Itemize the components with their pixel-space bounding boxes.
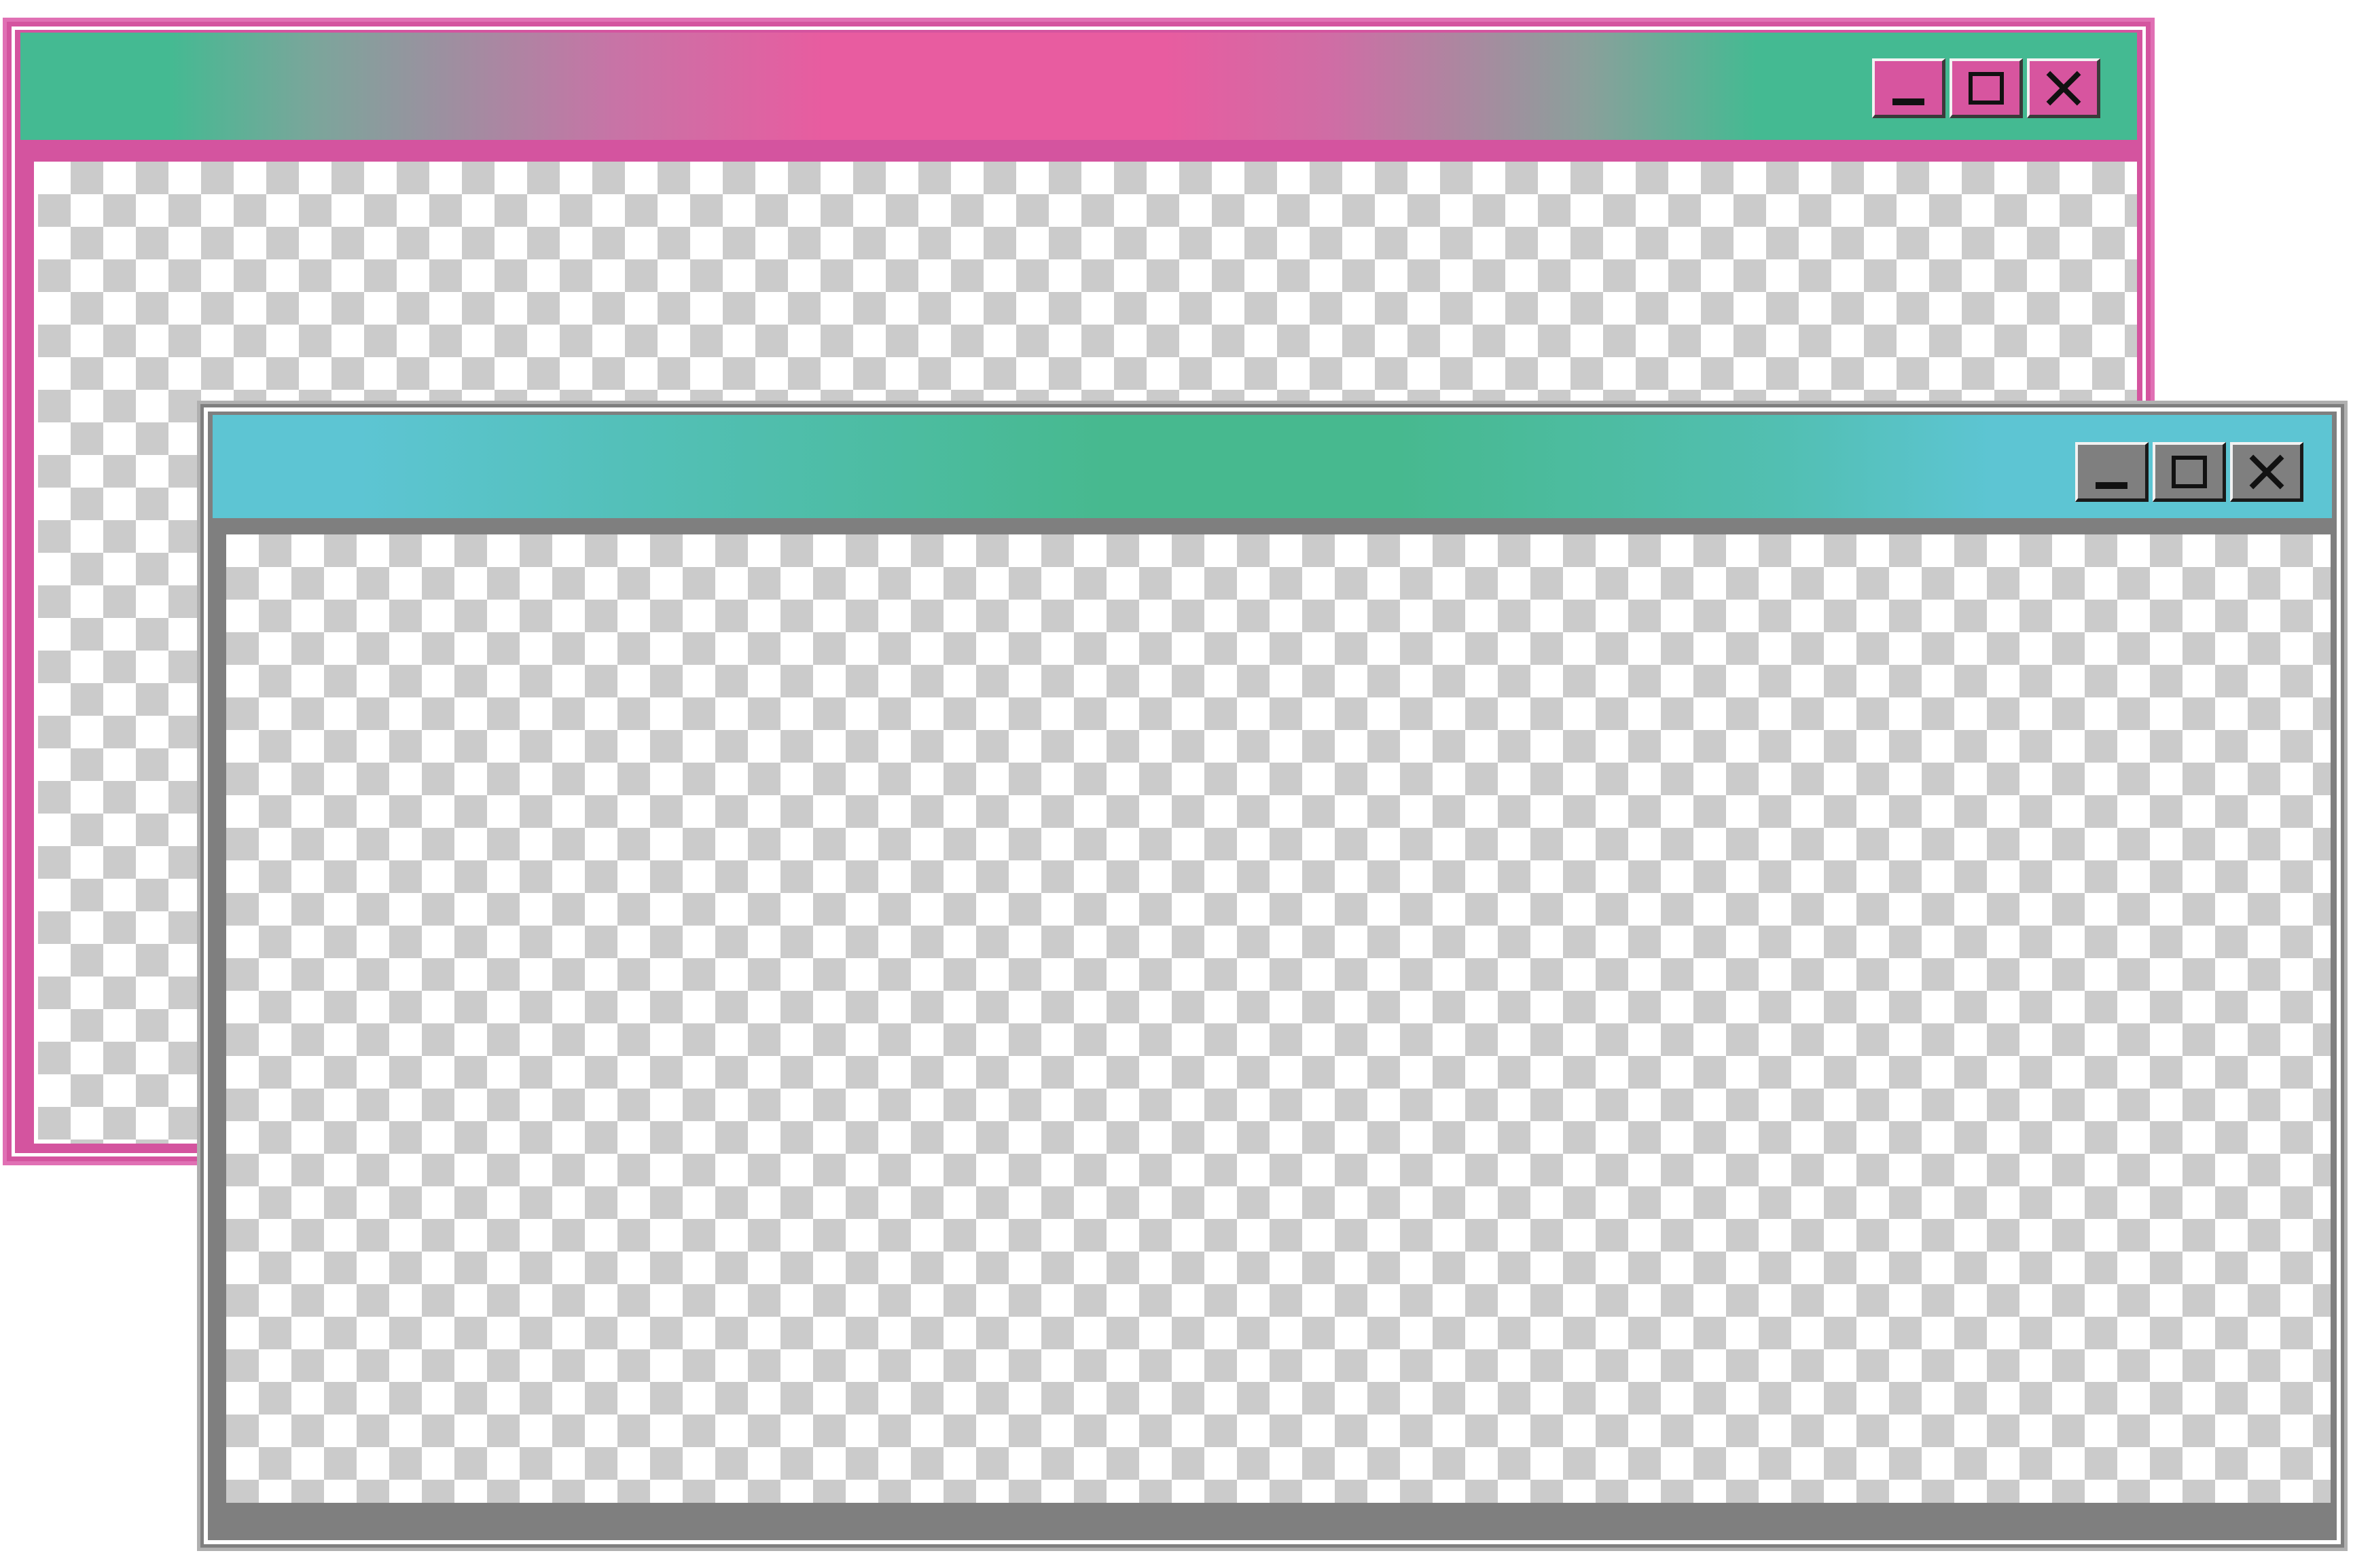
maximize-icon <box>2172 456 2207 488</box>
minimize-icon <box>2096 482 2127 489</box>
maximize-icon <box>1969 72 2004 105</box>
close-icon <box>2043 68 2084 109</box>
window-front-minimize-button[interactable] <box>2075 442 2149 502</box>
window-back-titlebar[interactable] <box>20 33 2137 149</box>
window-front-titlebar[interactable] <box>213 415 2332 529</box>
desktop-canvas <box>0 0 2353 1568</box>
close-icon <box>2246 452 2287 492</box>
window-back-maximize-button[interactable] <box>1950 58 2023 118</box>
window-back-minimize-button[interactable] <box>1872 58 1945 118</box>
minimize-icon <box>1892 98 1924 105</box>
window-front-maximize-button[interactable] <box>2153 442 2226 502</box>
window-front-controls <box>2075 442 2303 502</box>
window-back-controls <box>1872 58 2100 118</box>
window-front-content-area <box>226 534 2331 1503</box>
window-front-close-button[interactable] <box>2230 442 2303 502</box>
window-front[interactable] <box>197 401 2348 1551</box>
window-back-close-button[interactable] <box>2027 58 2100 118</box>
